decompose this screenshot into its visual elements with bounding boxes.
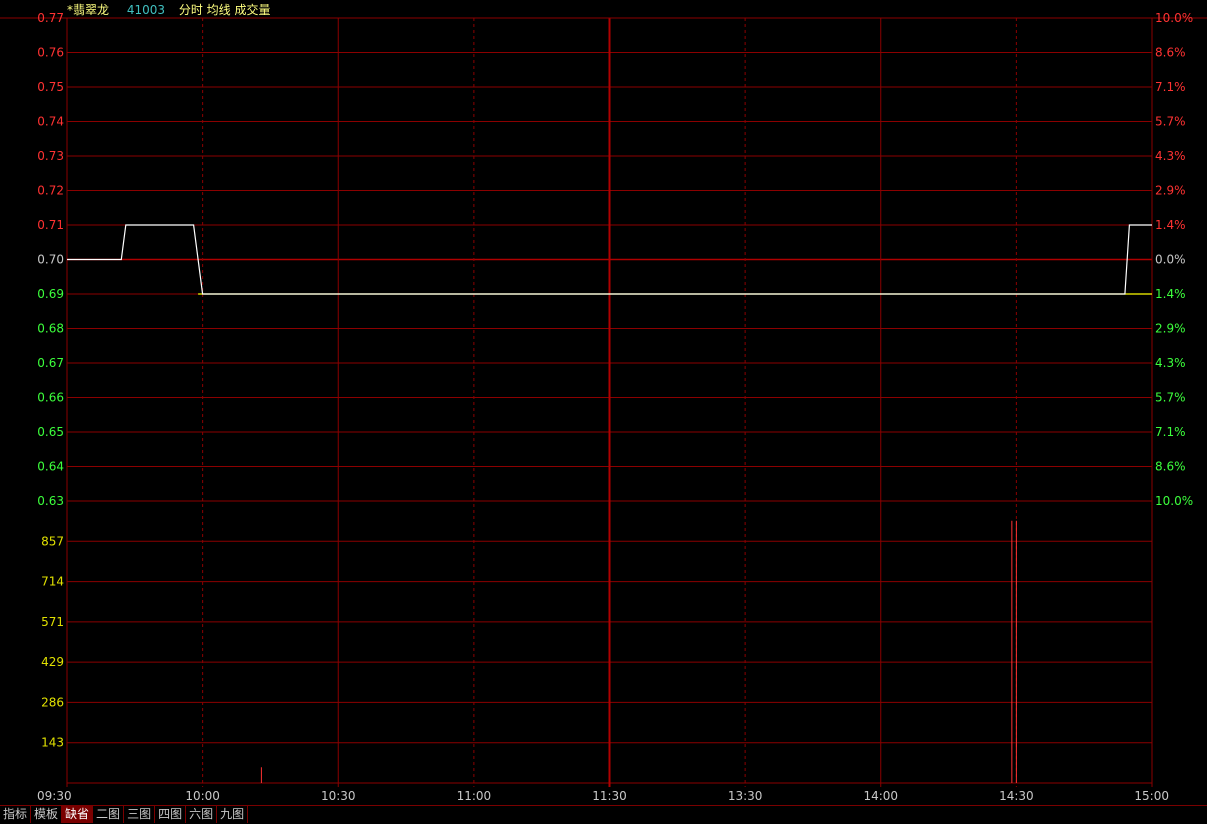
volume-tick-label: 429 bbox=[41, 655, 64, 669]
volume-tick-label: 143 bbox=[41, 736, 64, 750]
price-tick-label: 0.68 bbox=[37, 322, 64, 336]
percent-tick-label: 8.6% bbox=[1155, 46, 1186, 60]
tab-default[interactable]: 缺省 bbox=[62, 806, 94, 823]
price-tick-label: 0.69 bbox=[37, 287, 64, 301]
price-tick-label: 0.65 bbox=[37, 425, 64, 439]
price-tick-label: 0.66 bbox=[37, 391, 64, 405]
price-tick-label: 0.77 bbox=[37, 11, 64, 25]
price-tick-label: 0.70 bbox=[37, 253, 64, 267]
axis-labels: 0.77 10.0% 0.76 8.6% 0.75 7.1% 0.74 5.7% 0.73 4.3… bbox=[37, 11, 1193, 803]
time-tick-label: 09:30 bbox=[37, 789, 72, 803]
tab-six-charts[interactable]: 六图 bbox=[186, 806, 218, 823]
price-tick-label: 0.71 bbox=[37, 218, 64, 232]
volume-tick-label: 857 bbox=[41, 534, 64, 548]
time-tick-label: 11:30 bbox=[592, 789, 627, 803]
time-tick-label: 14:00 bbox=[863, 789, 898, 803]
time-tick-label: 14:30 bbox=[999, 789, 1034, 803]
percent-tick-label: 5.7% bbox=[1155, 391, 1186, 405]
time-tick-label: 11:00 bbox=[457, 789, 492, 803]
price-tick-label: 0.67 bbox=[37, 356, 64, 370]
percent-tick-label: 7.1% bbox=[1155, 80, 1186, 94]
percent-tick-label: 7.1% bbox=[1155, 425, 1186, 439]
indicator-names: 分时 均线 成交量 bbox=[178, 3, 271, 17]
percent-tick-label: 2.9% bbox=[1155, 322, 1186, 336]
volume-tick-label: 714 bbox=[41, 575, 64, 589]
percent-tick-label: 4.3% bbox=[1155, 149, 1186, 163]
time-tick-label: 10:00 bbox=[185, 789, 220, 803]
price-tick-label: 0.76 bbox=[37, 46, 64, 60]
volume-tick-label: 571 bbox=[41, 615, 64, 629]
tab-four-charts[interactable]: 四图 bbox=[155, 806, 187, 823]
percent-tick-label: 4.3% bbox=[1155, 356, 1186, 370]
stock-name: *翡翠龙 bbox=[67, 3, 110, 17]
price-tick-label: 0.73 bbox=[37, 149, 64, 163]
percent-tick-label: 5.7% bbox=[1155, 115, 1186, 129]
time-tick-label: 10:30 bbox=[321, 789, 356, 803]
bottom-tab-bar: 指标 模板 缺省 二图 三图 四图 六图 九图 bbox=[0, 805, 1207, 824]
price-tick-label: 0.74 bbox=[37, 115, 64, 129]
volume-tick-label: 286 bbox=[41, 695, 64, 709]
price-tick-label: 0.75 bbox=[37, 80, 64, 94]
tab-three-charts[interactable]: 三图 bbox=[124, 806, 156, 823]
percent-tick-label: 1.4% bbox=[1155, 287, 1186, 301]
tab-indicator[interactable]: 指标 bbox=[0, 806, 32, 823]
intraday-chart[interactable]: 0.77 10.0% 0.76 8.6% 0.75 7.1% 0.74 5.7% 0.73 4.3… bbox=[0, 0, 1207, 805]
percent-tick-label: 8.6% bbox=[1155, 460, 1186, 474]
tab-two-charts[interactable]: 二图 bbox=[93, 806, 125, 823]
grid bbox=[0, 17, 1207, 787]
stock-code: 41003 bbox=[126, 3, 166, 17]
price-tick-label: 0.72 bbox=[37, 184, 64, 198]
time-tick-label: 13:30 bbox=[728, 789, 763, 803]
chart-title: *翡翠龙 41003 分时 均线 成交量 bbox=[67, 3, 271, 17]
volume-bars bbox=[260, 520, 1017, 783]
percent-tick-label: 2.9% bbox=[1155, 184, 1186, 198]
time-tick-label: 15:00 bbox=[1134, 789, 1169, 803]
tab-template[interactable]: 模板 bbox=[31, 806, 63, 823]
price-tick-label: 0.64 bbox=[37, 460, 64, 474]
price-tick-label: 0.63 bbox=[37, 494, 64, 508]
percent-tick-label: 0.0% bbox=[1155, 253, 1186, 267]
percent-tick-label: 1.4% bbox=[1155, 218, 1186, 232]
percent-tick-label: 10.0% bbox=[1155, 494, 1193, 508]
percent-tick-label: 10.0% bbox=[1155, 11, 1193, 25]
tab-nine-charts[interactable]: 九图 bbox=[217, 806, 249, 823]
